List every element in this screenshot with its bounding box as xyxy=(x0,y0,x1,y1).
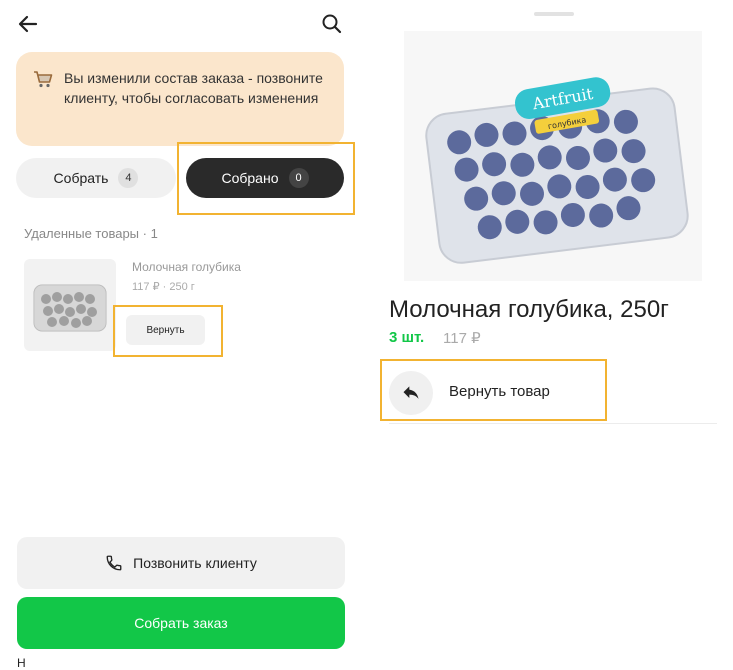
notice-text: Вы изменили состав заказа - позвоните кл… xyxy=(64,70,323,106)
sheet-drag-handle[interactable] xyxy=(534,12,574,16)
highlight-frame-return-product xyxy=(380,359,607,421)
cart-icon xyxy=(32,68,54,90)
removed-product-meta: 117 ₽ · 250 г xyxy=(132,281,195,293)
product-thumbnail xyxy=(24,259,116,351)
highlight-frame-collected-tab xyxy=(177,142,355,215)
phone-icon xyxy=(106,555,122,571)
submit-order-button[interactable]: Собрать заказ xyxy=(17,597,345,649)
removed-product-name: Молочная голубика xyxy=(132,260,241,274)
search-icon[interactable] xyxy=(318,10,346,38)
call-client-button[interactable]: Позвонить клиенту xyxy=(17,537,345,589)
product-title: Молочная голубика, 250г xyxy=(389,296,669,323)
tab-collect-count: 4 xyxy=(118,168,139,188)
tab-collect-label: Собрать xyxy=(53,170,109,186)
product-photo: Artfruit голубика xyxy=(404,31,702,281)
cut-off-text: Н xyxy=(17,656,26,670)
call-client-label: Позвонить клиенту xyxy=(133,555,257,571)
removed-items-title: Удаленные товары · 1 xyxy=(24,226,158,241)
back-arrow-icon[interactable] xyxy=(14,10,42,38)
product-price: 117 ₽ xyxy=(443,330,481,347)
divider xyxy=(389,423,717,424)
tab-collect[interactable]: Собрать 4 xyxy=(16,158,176,198)
highlight-frame-return-button xyxy=(113,305,223,357)
product-quantity: 3 шт. xyxy=(389,329,425,346)
